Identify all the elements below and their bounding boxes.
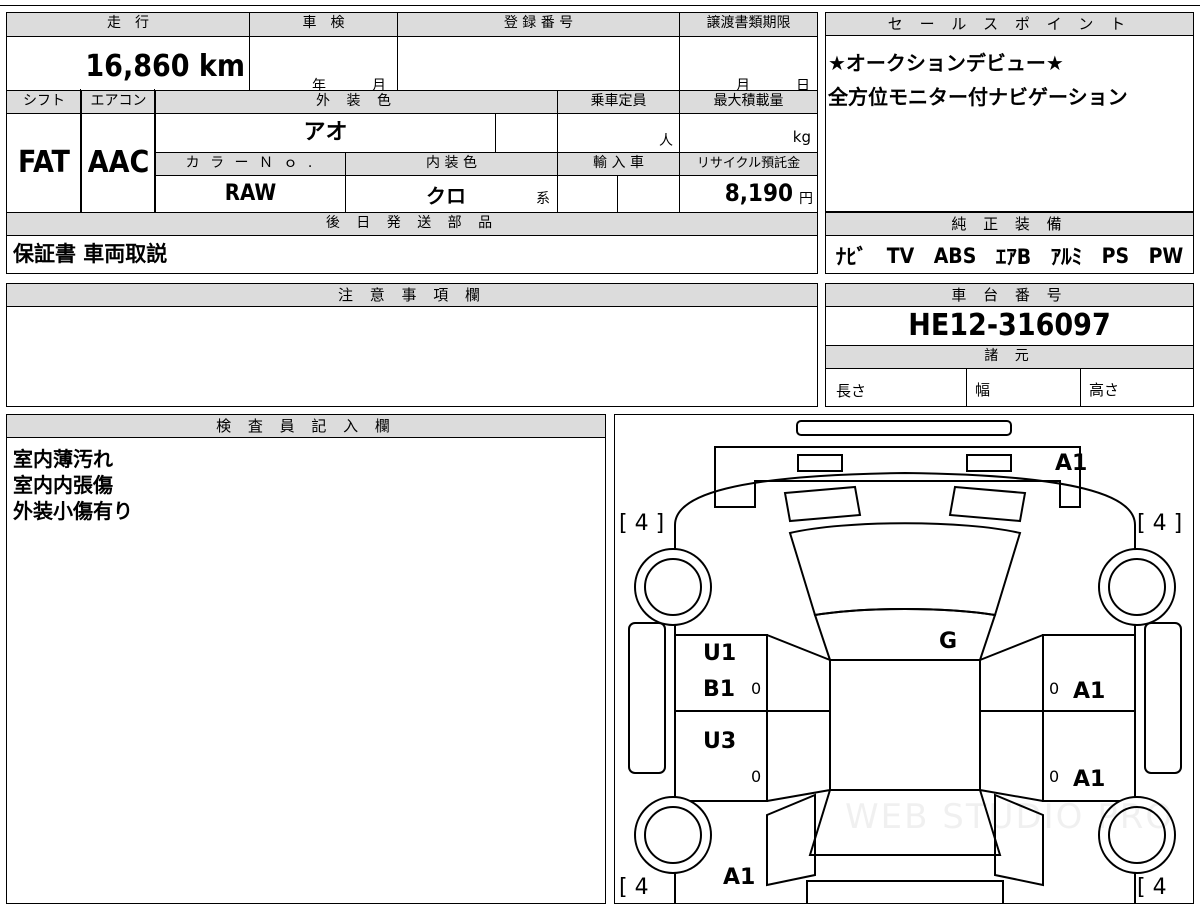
sales-points-box: セ ー ル ス ポ イ ン ト ★オークションデビュー★ 全方位モニター付ナビゲ… — [825, 12, 1194, 212]
right-front-zero: 0 — [1049, 679, 1060, 698]
equipment-navi: ﾅﾋﾞ — [835, 245, 868, 269]
exterior-color-label: 外 装 色 — [155, 90, 557, 114]
specs-header: 諸 元 — [826, 345, 1193, 369]
shift-label: シフト — [7, 90, 81, 114]
equipment-abs: ABS — [933, 244, 977, 268]
right-rear-zero: 0 — [1049, 767, 1060, 786]
max-load-unit: kg — [792, 128, 811, 146]
rear-left-damage: A1 — [723, 865, 756, 890]
aircon-label: エアコン — [81, 90, 155, 114]
recycle-value: 8,190 — [724, 179, 793, 207]
interior-color-label: 内 装 色 — [345, 152, 557, 176]
tire-front-right-label: [ 4 ] — [1137, 511, 1183, 536]
right-rear-door-damage: A1 — [1073, 767, 1106, 792]
left-rear-zero: 0 — [751, 767, 762, 786]
capacity-unit: 人 — [659, 133, 673, 149]
chassis-box: 車 台 番 号 HE12-316097 諸 元 長さ 幅 高さ — [825, 283, 1194, 407]
left-front-door-damage-1: U1 — [703, 641, 737, 666]
tire-rear-right-label: [ 4 — [1137, 875, 1167, 900]
aircon-value: AAC — [81, 114, 155, 212]
transfer-deadline-label: 譲渡書類期限 — [679, 13, 817, 37]
right-front-door-damage: A1 — [1073, 679, 1106, 704]
inspection-label: 車 検 — [249, 13, 397, 37]
equipment-items: ﾅﾋﾞ TV ABS ｴｱB ｱﾙﾐ PS PW — [826, 239, 1193, 273]
watermark: WEB STUDIO PRO — [845, 797, 1175, 837]
specs-length: 長さ — [836, 382, 867, 400]
equipment-header: 純 正 装 備 — [826, 213, 1193, 236]
chassis-number: HE12-316097 — [908, 308, 1111, 343]
notes-box: 注 意 事 項 欄 — [6, 283, 818, 407]
vehicle-info-table: 走 行 車 検 登 録 番 号 譲渡書類期限 16,860 km 年 月 月 日… — [6, 12, 818, 274]
windshield-damage: G — [939, 629, 958, 654]
registration-label: 登 録 番 号 — [397, 13, 679, 37]
sales-point-line-1: ★オークションデビュー★ — [828, 51, 1064, 75]
mileage-label: 走 行 — [7, 13, 249, 37]
chassis-header: 車 台 番 号 — [826, 284, 1193, 307]
import-label: 輸 入 車 — [557, 152, 679, 176]
max-load-value: kg — [679, 114, 817, 152]
recycle-value-cell: 8,190 円 — [679, 176, 817, 212]
later-parts-value: 保証書 車両取説 — [13, 242, 168, 266]
inspector-header: 検 査 員 記 入 欄 — [7, 415, 605, 438]
tire-rear-left-label: [ 4 — [619, 875, 649, 900]
specs-width: 幅 — [975, 381, 991, 399]
interior-color-value-cell: クロ 系 — [345, 176, 557, 212]
top-edge-strip — [0, 0, 1200, 6]
interior-color-suffix: 系 — [536, 191, 550, 207]
color-no-value: RAW — [155, 176, 345, 212]
inspector-line-2: 室内内張傷 — [13, 473, 113, 497]
interior-color-value: クロ — [426, 184, 466, 208]
tire-front-left-label: [ 4 ] — [619, 511, 665, 536]
equipment-tv: TV — [886, 244, 915, 268]
max-load-label: 最大積載量 — [679, 90, 817, 114]
equipment-pw: PW — [1148, 244, 1184, 268]
left-front-door-damage-2: B1 — [703, 677, 736, 702]
inspector-box: 検 査 員 記 入 欄 室内薄汚れ 室内内張傷 外装小傷有り — [6, 414, 606, 904]
shift-divider — [80, 89, 81, 212]
capacity-value: 人 — [557, 114, 679, 152]
recycle-label: リサイクル預託金 — [679, 152, 817, 176]
import-value-2 — [617, 176, 679, 212]
notes-header: 注 意 事 項 欄 — [7, 284, 817, 307]
left-front-zero: 0 — [751, 679, 762, 698]
exterior-color-value: アオ — [155, 114, 495, 152]
shift-value: FAT — [18, 145, 70, 180]
front-bumper-damage: A1 — [1055, 451, 1088, 476]
equipment-ps: PS — [1101, 244, 1130, 268]
specs-height: 高さ — [1089, 381, 1120, 399]
equipment-airbag: ｴｱB — [995, 245, 1032, 269]
capacity-label: 乗車定員 — [557, 90, 679, 114]
left-rear-door-damage: U3 — [703, 729, 737, 754]
later-parts-label: 後 日 発 送 部 品 — [7, 212, 817, 236]
sales-point-line-2: 全方位モニター付ナビゲーション — [828, 85, 1128, 109]
specs-height-cell: 高さ — [1080, 369, 1193, 406]
sales-points-header: セ ー ル ス ポ イ ン ト — [826, 13, 1193, 36]
recycle-unit: 円 — [799, 191, 813, 207]
aircon-divider — [154, 89, 155, 212]
specs-width-cell: 幅 — [966, 369, 1080, 406]
exterior-color-extra — [495, 114, 557, 152]
car-diagram-box: [ 4 ] [ 4 ] [ 4 [ 4 A1 G U1 B1 U3 A1 A1 … — [614, 414, 1194, 904]
import-value-1 — [557, 176, 617, 212]
color-no-label: カ ラ ー Ｎ ｏ . — [155, 152, 345, 176]
equipment-alloy: ｱﾙﾐ — [1050, 245, 1083, 269]
inspector-line-3: 外装小傷有り — [13, 499, 133, 523]
inspector-line-1: 室内薄汚れ — [13, 447, 113, 471]
equipment-box: 純 正 装 備 ﾅﾋﾞ TV ABS ｴｱB ｱﾙﾐ PS PW — [825, 212, 1194, 274]
